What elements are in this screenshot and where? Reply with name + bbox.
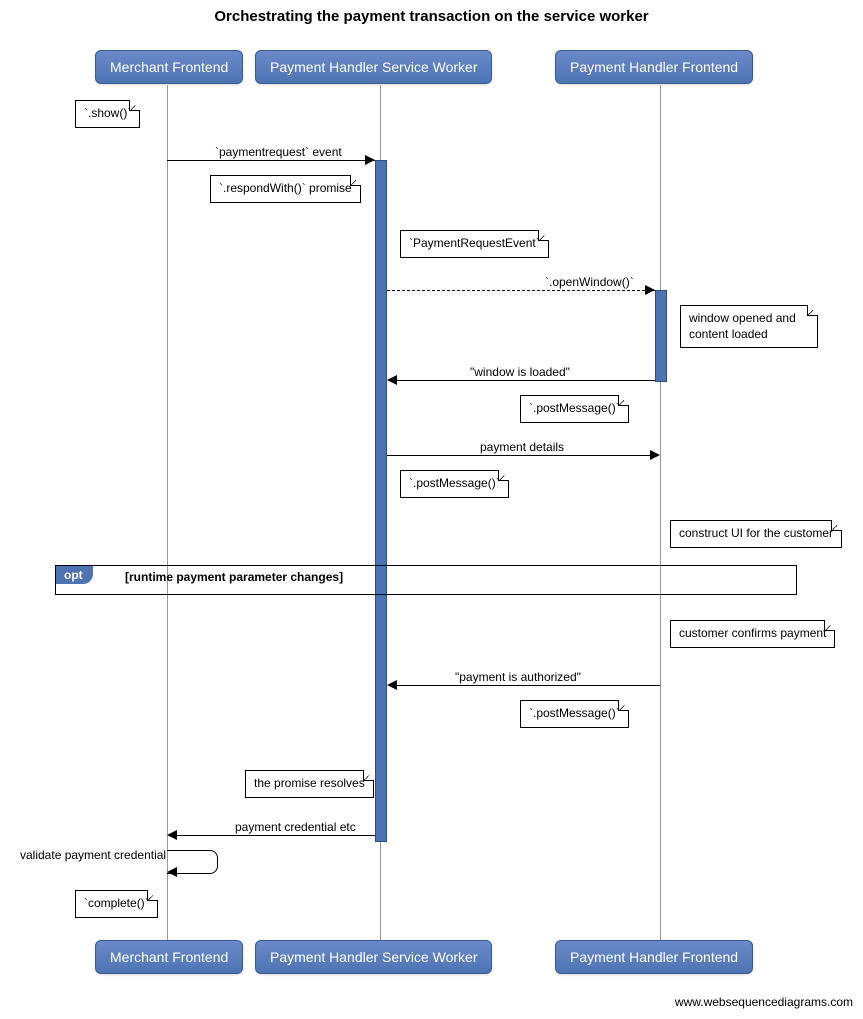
participant-sw-top: Payment Handler Service Worker [255,50,492,84]
arrow-selfloop [167,867,177,877]
line-m6 [177,835,375,836]
msg-paymentcredential: payment credential etc [235,820,356,834]
note-customerconfirms: customer confirms payment [670,620,835,648]
opt-tag: opt [56,566,93,584]
arrow-m3 [387,375,397,385]
sequence-diagram: Orchestrating the payment transaction on… [0,0,863,1019]
note-postmsg1: `.postMessage()` [520,395,629,423]
footer-link[interactable]: www.websequencediagrams.com [675,995,853,1009]
note-windowopened-l1: window opened and content loaded [689,311,796,341]
msg-paymentdetails: payment details [480,440,564,454]
note-postmsg3: `.postMessage()` [520,700,629,728]
activation-sw [375,160,387,842]
arrow-m6 [167,830,177,840]
note-promiseresolves: the promise resolves [245,770,374,798]
msg-paymentauthorized: "payment is authorized" [455,670,581,684]
note-show: `.show()` [75,100,140,128]
participant-frontend-bottom: Payment Handler Frontend [555,940,753,974]
line-m1 [167,160,375,161]
note-complete: `complete()` [75,890,158,918]
note-windowopened: window opened and content loaded [680,305,818,348]
participant-frontend-top: Payment Handler Frontend [555,50,753,84]
arrow-m4 [650,450,660,460]
participant-merchant-bottom: Merchant Frontend [95,940,243,974]
participant-merchant-top: Merchant Frontend [95,50,243,84]
line-m4 [387,455,650,456]
msg-windowloaded: "window is loaded" [470,365,570,379]
lifeline-merchant [167,85,168,940]
arrow-m2 [645,285,655,295]
activation-frontend [655,290,667,382]
diagram-title: Orchestrating the payment transaction on… [0,8,863,25]
note-paymentrequestevent: `PaymentRequestEvent` [400,230,549,258]
msg-paymentrequest: `paymentrequest` event [215,145,342,159]
lifeline-frontend [660,85,661,940]
line-m5 [395,685,660,686]
arrow-m1 [365,155,375,165]
participant-sw-bottom: Payment Handler Service Worker [255,940,492,974]
note-respondwith: `.respondWith()` promise [210,175,361,203]
note-constructui: construct UI for the customer [670,520,842,548]
arrow-m5 [387,680,397,690]
note-postmsg2: `.postMessage()` [400,470,509,498]
line-m3 [395,380,655,381]
opt-guard: [runtime payment parameter changes] [125,570,343,584]
line-m2 [387,290,655,292]
msg-validate: validate payment credential [20,848,166,862]
msg-openwindow: `.openWindow()` [545,275,634,289]
